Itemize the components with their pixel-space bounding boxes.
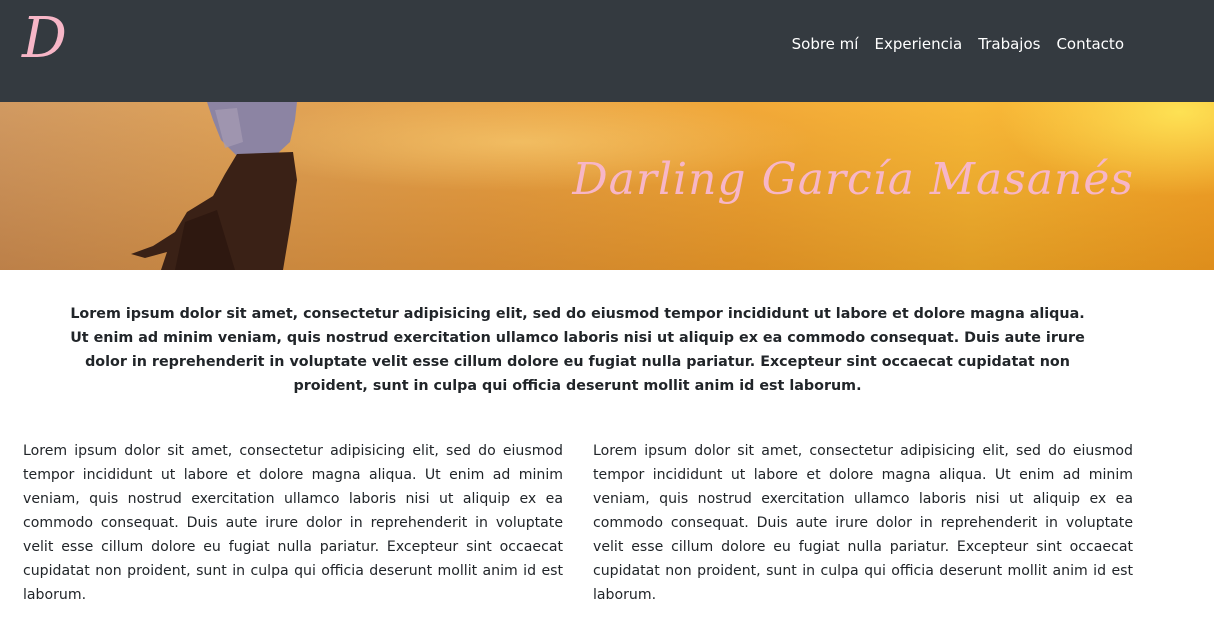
logo[interactable]: D [22, 4, 86, 74]
hero-person-silhouette [131, 102, 297, 270]
intro-paragraph: Lorem ipsum dolor sit amet, consectetur … [70, 306, 1085, 394]
nav-link-sobre-mi[interactable]: Sobre mí [792, 34, 859, 54]
left-column-text: Lorem ipsum dolor sit amet, consectetur … [23, 443, 563, 603]
navbar: D Sobre mí Experiencia Trabajos Contacto [0, 0, 1214, 102]
nav-links: Sobre mí Experiencia Trabajos Contacto [792, 34, 1124, 54]
nav-link-experiencia[interactable]: Experiencia [874, 34, 962, 54]
nav-link-contacto[interactable]: Contacto [1056, 34, 1124, 54]
hero-title: Darling García Masanés [572, 154, 1134, 205]
nav-link-trabajos[interactable]: Trabajos [978, 34, 1040, 54]
hero-banner: Darling García Masanés [0, 102, 1214, 270]
right-column-text: Lorem ipsum dolor sit amet, consectetur … [593, 443, 1133, 603]
